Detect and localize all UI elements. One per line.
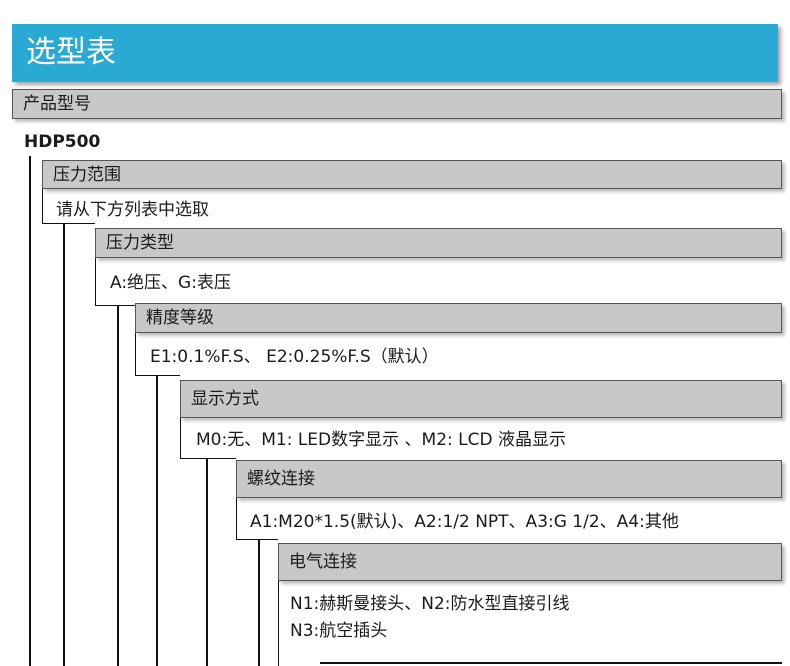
bracket-bottom-5	[236, 539, 278, 540]
section-bar-accuracy: 精度等级	[135, 303, 782, 333]
product-model-label: 产品型号	[23, 94, 91, 114]
section-label: 压力类型	[106, 233, 174, 253]
tree-line-4	[156, 376, 158, 666]
bracket-left-2	[95, 258, 96, 306]
next-bar-edge	[320, 662, 782, 664]
bracket-bottom-2	[95, 305, 135, 306]
bracket-left-3	[135, 333, 136, 376]
title-banner: 选型表	[12, 24, 778, 82]
section-bar-pressure-type: 压力类型	[95, 228, 782, 258]
model-code: HDP500	[24, 132, 101, 152]
bracket-left-6	[278, 581, 279, 666]
bracket-left-4	[180, 418, 181, 459]
bracket-bottom-3	[135, 375, 180, 376]
section-bar-display: 显示方式	[180, 380, 782, 418]
tree-line-3	[117, 306, 119, 666]
bracket-bottom-1	[42, 223, 95, 224]
tree-line-2	[63, 224, 65, 666]
section-options-line: M0:无、M1: LED数字显示 、M2: LCD 液晶显示	[196, 430, 566, 450]
tree-line-6	[258, 540, 260, 666]
bracket-left-1	[42, 189, 43, 224]
section-label: 压力范围	[53, 165, 121, 185]
section-bar-electrical: 电气连接	[278, 543, 782, 581]
tree-line-5	[206, 459, 208, 666]
section-bar-pressure-range: 压力范围	[42, 160, 782, 189]
section-label: 螺纹连接	[247, 469, 315, 489]
bracket-left-5	[236, 498, 237, 540]
product-model-bar: 产品型号	[12, 89, 782, 119]
page-title: 选型表	[26, 35, 116, 70]
section-label: 精度等级	[146, 308, 214, 328]
section-label: 显示方式	[191, 389, 259, 409]
section-options-line: N3:航空插头	[290, 621, 388, 641]
section-options-line: N1:赫斯曼接头、N2:防水型直接引线	[290, 594, 570, 614]
section-bar-thread: 螺纹连接	[236, 460, 782, 498]
section-options-line: A:绝压、G:表压	[110, 273, 231, 293]
section-options-line: 请从下方列表中选取	[56, 200, 209, 220]
section-label: 电气连接	[289, 552, 357, 572]
bracket-bottom-4	[180, 458, 236, 459]
tree-line-1	[29, 156, 31, 666]
section-options-line: A1:M20*1.5(默认)、A2:1/2 NPT、A3:G 1/2、A4:其他	[250, 512, 679, 532]
section-options-line: E1:0.1%F.S、 E2:0.25%F.S（默认）	[150, 347, 439, 367]
